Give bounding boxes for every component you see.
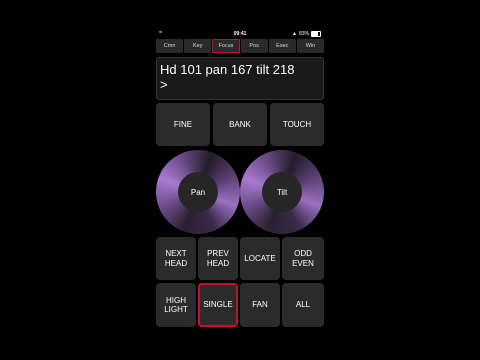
next-head-button[interactable]: NEXT HEAD <box>156 237 196 280</box>
battery-percent: 83% <box>298 31 309 37</box>
prev-head-line2: HEAD <box>206 258 230 268</box>
command-prompt: > <box>160 77 168 92</box>
app-screen: ≈ 09:41 ▲ 83% Cmn Key Focus Pos Exec Win… <box>155 29 325 330</box>
tilt-wheel[interactable]: Tilt <box>240 150 324 234</box>
command-line[interactable]: Hd 101 pan 167 tilt 218 > <box>156 57 324 100</box>
prev-head-line1: PREV <box>207 249 229 258</box>
pan-wheel[interactable]: Pan <box>156 150 240 234</box>
bank-button[interactable]: BANK <box>213 103 267 146</box>
highlight-line1: HIGH <box>166 295 186 305</box>
odd-even-button[interactable]: ODD EVEN <box>282 237 324 280</box>
signal-icon: ▲ <box>292 31 297 37</box>
tab-focus[interactable]: Focus <box>212 39 240 53</box>
pan-wheel-label: Pan <box>178 172 218 212</box>
tab-bar: Cmn Key Focus Pos Exec Win <box>156 39 325 53</box>
next-head-line2: HEAD <box>164 258 188 268</box>
next-head-line1: NEXT <box>165 249 187 258</box>
odd-even-line2: EVEN <box>292 258 314 268</box>
highlight-button[interactable]: HIGH LIGHT <box>156 283 196 327</box>
highlight-line2: LIGHT <box>164 305 188 314</box>
prev-head-button[interactable]: PREV HEAD <box>198 237 238 280</box>
command-text: Hd 101 pan 167 tilt 218 <box>160 62 295 77</box>
tab-key[interactable]: Key <box>184 39 212 53</box>
tab-win[interactable]: Win <box>296 39 325 53</box>
status-bar: ≈ 09:41 ▲ 83% <box>155 29 325 39</box>
touch-button[interactable]: TOUCH <box>270 103 324 146</box>
single-button[interactable]: SINGLE <box>198 283 238 327</box>
status-right: ▲ 83% <box>292 31 321 37</box>
tab-cmn[interactable]: Cmn <box>156 39 184 53</box>
locate-button[interactable]: LOCATE <box>240 237 280 280</box>
tab-pos[interactable]: Pos <box>240 39 268 53</box>
fine-button[interactable]: FINE <box>156 103 210 146</box>
tab-exec[interactable]: Exec <box>268 39 296 53</box>
tilt-wheel-label: Tilt <box>262 172 302 212</box>
all-button[interactable]: ALL <box>282 283 324 327</box>
battery-icon <box>311 31 321 37</box>
odd-even-line1: ODD <box>294 249 312 258</box>
fan-button[interactable]: FAN <box>240 283 280 327</box>
